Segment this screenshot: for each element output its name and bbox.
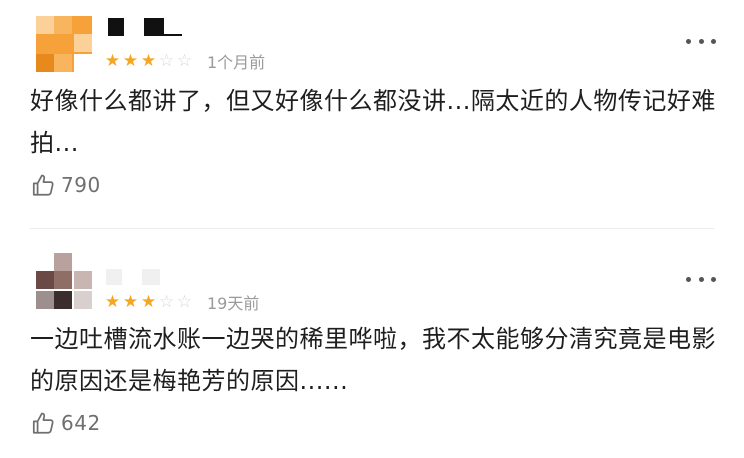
star-filled-icon: ★ (122, 291, 139, 312)
thumb-up-icon (32, 174, 54, 196)
username-masked[interactable] (104, 14, 184, 38)
thumb-up-icon (32, 412, 54, 434)
comment-item: ★ ★ ★ ☆ ☆ 19天前 一边吐槽流水账一边哭的稀里哗啦，我不太能够分清究竟… (0, 229, 744, 458)
star-filled-icon: ★ (122, 50, 139, 71)
star-rating: ★ ★ ★ ☆ ☆ (104, 50, 193, 71)
like-count: 642 (61, 411, 101, 435)
star-empty-icon: ☆ (158, 291, 175, 312)
more-dots-icon (711, 276, 716, 282)
star-filled-icon: ★ (104, 291, 121, 312)
more-options-button[interactable] (686, 34, 716, 48)
star-empty-icon: ☆ (158, 50, 175, 71)
more-dots-icon (698, 38, 704, 44)
star-filled-icon: ★ (140, 50, 157, 71)
comment-text: 好像什么都讲了，但又好像什么都没讲...隔太近的人物传记好难拍... (30, 87, 716, 157)
more-dots-icon (698, 276, 704, 282)
comment-item: ★ ★ ★ ☆ ☆ 1个月前 好像什么都讲了，但又好像什么都没讲...隔太近的人… (0, 0, 744, 228)
star-empty-icon: ☆ (176, 50, 193, 71)
more-dots-icon (686, 38, 691, 44)
like-button[interactable]: 642 (30, 408, 101, 438)
star-empty-icon: ☆ (176, 291, 193, 312)
like-button[interactable]: 790 (30, 170, 101, 200)
comment-time: 1个月前 (207, 53, 266, 72)
meta-row: ★ ★ ★ ☆ ☆ 19天前 (104, 291, 260, 313)
avatar[interactable] (36, 16, 92, 72)
username-masked[interactable] (104, 265, 164, 289)
more-dots-icon (711, 38, 716, 44)
like-count: 790 (61, 173, 101, 197)
meta-row: ★ ★ ★ ☆ ☆ 1个月前 (104, 50, 265, 72)
star-rating: ★ ★ ★ ☆ ☆ (104, 291, 193, 312)
comment-text: 一边吐槽流水账一边哭的稀里哗啦，我不太能够分清究竟是电影的原因还是梅艳芳的原因.… (30, 325, 716, 395)
avatar[interactable] (36, 253, 92, 309)
more-options-button[interactable] (686, 272, 716, 286)
comment-time: 19天前 (207, 294, 260, 313)
more-dots-icon (686, 276, 691, 282)
star-filled-icon: ★ (140, 291, 157, 312)
star-filled-icon: ★ (104, 50, 121, 71)
